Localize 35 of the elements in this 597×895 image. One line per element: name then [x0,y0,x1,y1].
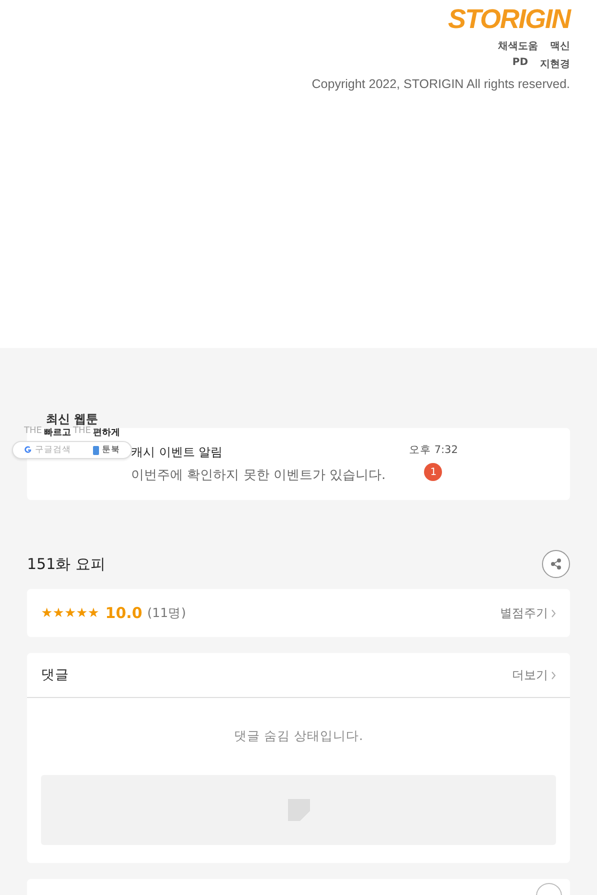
rating-count: (11명) [147,604,186,622]
credit-name: 지현경 [540,58,570,71]
logo: STORIGIN [448,4,570,35]
rating-score: 10.0 [105,604,142,622]
share-icon [550,558,562,570]
promo-tagline: 편하게 [92,427,120,439]
star-icon: ★ [41,606,53,620]
g-letter-icon [24,446,32,454]
star-icon: ★ [88,606,100,620]
credit-role: PD [512,57,528,70]
star-icon: ★ [64,606,76,620]
chevron-icon [551,670,556,680]
rate-link[interactable]: 별점주기 [500,604,556,622]
hidden-comments-notice: 댓글 숨김 상태입니다. [234,728,363,745]
credit-name: 맥신 [550,40,570,53]
book-icon [93,446,99,454]
notification-message: 이번주에 확인하지 못한 이벤트가 있습니다. [131,467,387,484]
promo-tagline: 빠르고 [44,427,71,439]
count-badge: 1 [424,463,442,481]
notification-time: 오후 7:32 [409,443,458,457]
episode-title: 151화 요피 [27,554,106,574]
promo-link[interactable]: 툰북 [93,444,120,456]
copyright-text: Copyright 2022, STORIGIN All rights reserved. [312,77,570,91]
comments-title: 댓글 [41,666,69,684]
promo-tagline: THE [24,426,42,438]
star-icon: ★ [76,606,88,620]
notification-title: 캐시 이벤트 알림 [131,444,224,461]
promo-link[interactable]: 구글검색 [24,444,71,456]
credit-role: 채색도움 [498,40,538,53]
promo-tagline: THE [73,426,91,438]
more-link[interactable]: 더보기 [512,666,556,684]
chevron-icon [551,608,556,618]
promo-title: 최신 웹툰 [46,413,98,426]
share-button[interactable] [542,550,570,578]
star-icon: ★ [52,606,64,620]
